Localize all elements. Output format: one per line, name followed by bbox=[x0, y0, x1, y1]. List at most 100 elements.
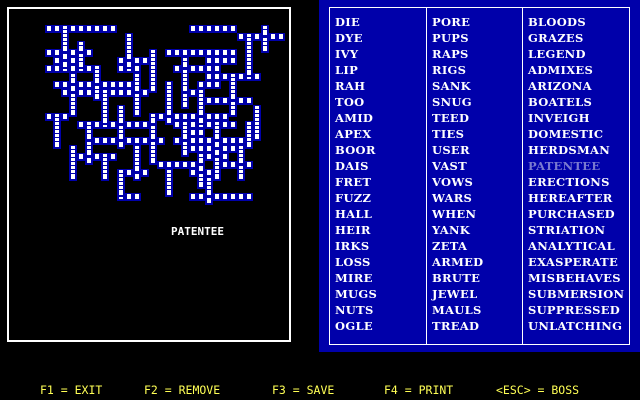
grid-cell[interactable] bbox=[151, 86, 155, 91]
grid-cell[interactable] bbox=[223, 74, 227, 79]
grid-cell[interactable] bbox=[263, 46, 267, 51]
grid-cell[interactable] bbox=[183, 134, 187, 139]
grid-cell[interactable] bbox=[55, 26, 59, 31]
word-item[interactable]: FUZZ bbox=[335, 190, 426, 206]
grid-cell[interactable] bbox=[87, 158, 91, 163]
word-item[interactable]: SNUG bbox=[432, 94, 522, 110]
grid-cell[interactable] bbox=[71, 174, 75, 179]
word-item[interactable]: LIP bbox=[335, 62, 426, 78]
word-item[interactable]: MUGS bbox=[335, 286, 426, 302]
grid-cell[interactable] bbox=[135, 194, 139, 199]
grid-cell[interactable] bbox=[119, 66, 123, 71]
grid-cell[interactable] bbox=[103, 118, 107, 123]
grid-cell[interactable] bbox=[95, 78, 99, 83]
word-item[interactable]: BLOODS bbox=[528, 14, 629, 30]
grid-cell[interactable] bbox=[167, 118, 171, 123]
grid-cell[interactable] bbox=[207, 146, 211, 151]
word-item[interactable]: MAULS bbox=[432, 302, 522, 318]
grid-cell[interactable] bbox=[159, 162, 163, 167]
grid-cell[interactable] bbox=[143, 138, 147, 143]
boss-key[interactable]: <ESC> = BOSS bbox=[496, 380, 579, 400]
grid-cell[interactable] bbox=[175, 66, 179, 71]
grid-cell[interactable] bbox=[103, 174, 107, 179]
grid-cell[interactable] bbox=[175, 122, 179, 127]
grid-cell[interactable] bbox=[71, 50, 75, 55]
grid-cell[interactable] bbox=[183, 162, 187, 167]
grid-cell[interactable] bbox=[159, 138, 163, 143]
word-item[interactable]: SUPPRESSED bbox=[528, 302, 629, 318]
grid-cell[interactable] bbox=[223, 162, 227, 167]
grid-cell[interactable] bbox=[47, 66, 51, 71]
grid-cell[interactable] bbox=[151, 134, 155, 139]
grid-cell[interactable] bbox=[79, 154, 83, 159]
grid-cell[interactable] bbox=[239, 74, 243, 79]
grid-cell[interactable] bbox=[199, 50, 203, 55]
grid-cell[interactable] bbox=[119, 142, 123, 147]
grid-cell[interactable] bbox=[95, 26, 99, 31]
word-item[interactable]: ADMIXES bbox=[528, 62, 629, 78]
grid-cell[interactable] bbox=[127, 122, 131, 127]
grid-cell[interactable] bbox=[135, 174, 139, 179]
grid-cell[interactable] bbox=[191, 170, 195, 175]
grid-cell[interactable] bbox=[223, 154, 227, 159]
grid-cell[interactable] bbox=[199, 138, 203, 143]
grid-cell[interactable] bbox=[191, 138, 195, 143]
grid-cell[interactable] bbox=[167, 110, 171, 115]
grid-cell[interactable] bbox=[175, 138, 179, 143]
word-item[interactable]: OGLE bbox=[335, 318, 426, 334]
word-item[interactable]: HEREAFTER bbox=[528, 190, 629, 206]
word-item[interactable]: DAIS bbox=[335, 158, 426, 174]
grid-cell[interactable] bbox=[143, 122, 147, 127]
grid-cell[interactable] bbox=[175, 162, 179, 167]
grid-cell[interactable] bbox=[119, 82, 123, 87]
grid-cell[interactable] bbox=[199, 146, 203, 151]
word-item[interactable]: JEWEL bbox=[432, 286, 522, 302]
word-item[interactable]: ARIZONA bbox=[528, 78, 629, 94]
grid-cell[interactable] bbox=[191, 66, 195, 71]
grid-cell[interactable] bbox=[135, 66, 139, 71]
grid-cell[interactable] bbox=[63, 114, 67, 119]
grid-cell[interactable] bbox=[55, 50, 59, 55]
grid-cell[interactable] bbox=[215, 194, 219, 199]
grid-cell[interactable] bbox=[79, 46, 83, 51]
grid-cell[interactable] bbox=[215, 174, 219, 179]
grid-cell[interactable] bbox=[71, 58, 75, 63]
word-item[interactable]: PORE bbox=[432, 14, 522, 30]
word-item[interactable]: HEIR bbox=[335, 222, 426, 238]
grid-cell[interactable] bbox=[87, 82, 91, 87]
grid-cell[interactable] bbox=[103, 138, 107, 143]
grid-cell[interactable] bbox=[215, 134, 219, 139]
grid-cell[interactable] bbox=[231, 50, 235, 55]
grid-cell[interactable] bbox=[223, 50, 227, 55]
grid-cell[interactable] bbox=[143, 90, 147, 95]
grid-cell[interactable] bbox=[191, 90, 195, 95]
grid-cell[interactable] bbox=[63, 82, 67, 87]
word-item[interactable]: UNLATCHING bbox=[528, 318, 629, 334]
word-item[interactable]: PATENTEE bbox=[528, 158, 629, 174]
grid-cell[interactable] bbox=[199, 26, 203, 31]
grid-cell[interactable] bbox=[143, 58, 147, 63]
grid-cell[interactable] bbox=[215, 142, 219, 147]
grid-cell[interactable] bbox=[71, 110, 75, 115]
grid-cell[interactable] bbox=[231, 162, 235, 167]
grid-cell[interactable] bbox=[135, 138, 139, 143]
word-item[interactable]: WHEN bbox=[432, 206, 522, 222]
word-item[interactable]: BRUTE bbox=[432, 270, 522, 286]
grid-cell[interactable] bbox=[111, 90, 115, 95]
grid-cell[interactable] bbox=[183, 62, 187, 67]
grid-cell[interactable] bbox=[231, 26, 235, 31]
grid-cell[interactable] bbox=[167, 190, 171, 195]
grid-cell[interactable] bbox=[55, 142, 59, 147]
grid-cell[interactable] bbox=[119, 134, 123, 139]
grid-cell[interactable] bbox=[119, 58, 123, 63]
word-item[interactable]: EXASPERATE bbox=[528, 254, 629, 270]
grid-cell[interactable] bbox=[199, 110, 203, 115]
word-item[interactable]: TEED bbox=[432, 110, 522, 126]
grid-cell[interactable] bbox=[47, 114, 51, 119]
grid-cell[interactable] bbox=[175, 50, 179, 55]
grid-cell[interactable] bbox=[143, 170, 147, 175]
grid-cell[interactable] bbox=[207, 26, 211, 31]
grid-cell[interactable] bbox=[191, 130, 195, 135]
word-item[interactable]: MIRE bbox=[335, 270, 426, 286]
grid-cell[interactable] bbox=[239, 98, 243, 103]
